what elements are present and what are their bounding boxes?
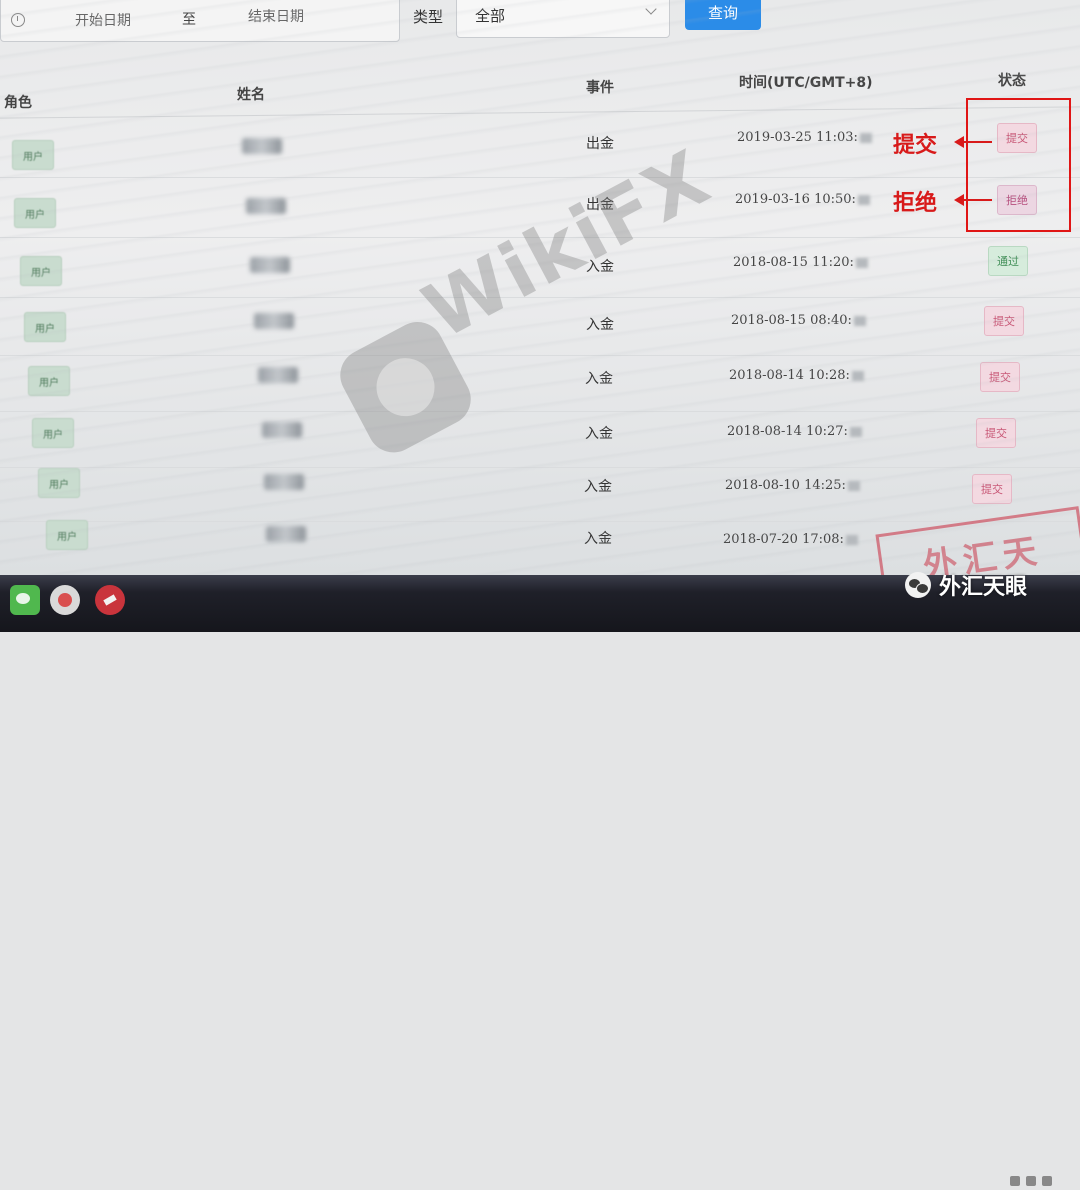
chevron-down-icon — [645, 3, 657, 15]
annotation-arrow-line — [962, 199, 992, 201]
event-cell: 入金 — [585, 371, 613, 387]
name-cell-redacted — [254, 313, 294, 329]
event-cell: 入金 — [585, 426, 613, 442]
app-screen: 开始日期 至 结束日期 类型 全部 查询 角色 姓名 事件 时间(UTC/GMT… — [0, 0, 1080, 575]
role-tag: 用户 — [38, 468, 80, 498]
event-cell: 入金 — [584, 531, 612, 547]
date-end-input[interactable]: 结束日期 — [248, 6, 304, 26]
time-cell: 2018-08-15 11:20: — [733, 255, 868, 270]
date-range-picker[interactable]: 开始日期 至 结束日期 — [0, 0, 400, 42]
table-row[interactable]: 用户 入金 2018-08-15 11:20: 通过 — [0, 238, 1080, 298]
time-cell: 2019-03-16 10:50: — [735, 192, 870, 207]
time-cell: 2018-07-20 17:08: — [723, 532, 858, 547]
clock-icon — [11, 13, 25, 27]
date-range-separator: 至 — [182, 12, 196, 28]
event-cell: 入金 — [586, 317, 614, 333]
annotation-arrow-icon — [954, 136, 964, 148]
name-cell-redacted — [242, 138, 282, 154]
annotation-arrow-icon — [954, 194, 964, 206]
app-icon[interactable] — [95, 585, 125, 615]
annotation-submit-label: 提交 — [893, 133, 938, 158]
role-tag: 用户 — [12, 140, 54, 170]
table-row[interactable]: 用户 入金 2018-08-14 10:27: 提交 — [0, 408, 1080, 468]
role-tag: 用户 — [14, 198, 56, 228]
date-start-input[interactable]: 开始日期 — [75, 10, 131, 30]
status-tag-submit: 提交 — [980, 362, 1020, 392]
status-tag-submit: 提交 — [972, 474, 1012, 504]
role-tag: 用户 — [46, 520, 88, 550]
time-cell: 2018-08-10 14:25: — [725, 478, 860, 493]
brand-badge: 外汇天眼 — [905, 570, 1027, 600]
table-row[interactable]: 用户 入金 2018-08-15 08:40: 提交 — [0, 296, 1080, 356]
type-select[interactable]: 全部 — [456, 0, 670, 38]
column-header-role[interactable]: 角色 — [4, 92, 32, 112]
type-select-value: 全部 — [475, 7, 506, 25]
time-cell: 2018-08-14 10:27: — [727, 424, 862, 439]
name-cell-redacted — [258, 367, 298, 383]
role-tag: 用户 — [32, 418, 74, 448]
name-cell-redacted — [266, 526, 306, 542]
event-cell: 入金 — [586, 259, 614, 275]
role-tag: 用户 — [28, 366, 70, 396]
column-header-event[interactable]: 事件 — [586, 77, 614, 97]
role-tag: 用户 — [24, 312, 66, 342]
system-tray[interactable] — [1010, 1171, 1070, 1186]
name-cell-redacted — [262, 422, 302, 438]
type-label: 类型 — [413, 8, 444, 26]
time-cell: 2019-03-25 11:03: — [737, 130, 872, 145]
name-cell-redacted — [264, 474, 304, 490]
event-cell: 出金 — [586, 197, 614, 213]
annotation-arrow-line — [962, 141, 992, 143]
time-cell: 2018-08-15 08:40: — [731, 313, 866, 328]
name-cell-redacted — [250, 257, 290, 273]
status-tag-submit: 提交 — [976, 418, 1016, 448]
table-row[interactable]: 用户 入金 2018-08-10 14:25: 提交 — [0, 462, 1080, 522]
query-button[interactable]: 查询 — [685, 0, 761, 30]
event-cell: 入金 — [584, 479, 612, 495]
annotation-reject-label: 拒绝 — [893, 191, 938, 216]
column-header-status[interactable]: 状态 — [998, 70, 1026, 90]
column-header-name[interactable]: 姓名 — [237, 84, 265, 104]
status-tag-pass: 通过 — [988, 246, 1028, 276]
brand-text: 外汇天眼 — [939, 575, 1028, 600]
name-cell-redacted — [246, 198, 286, 214]
wechat-brand-icon — [905, 572, 931, 598]
app-icon[interactable] — [50, 585, 80, 615]
time-cell: 2018-08-14 10:28: — [729, 368, 864, 383]
column-header-time[interactable]: 时间(UTC/GMT+8) — [739, 72, 873, 92]
annotation-highlight-box — [966, 98, 1071, 232]
event-cell: 出金 — [586, 136, 614, 152]
wechat-app-icon[interactable] — [10, 585, 40, 615]
status-tag-submit: 提交 — [984, 306, 1024, 336]
header-divider — [0, 106, 1080, 119]
table-row[interactable]: 用户 入金 2018-08-14 10:28: 提交 — [0, 352, 1080, 412]
role-tag: 用户 — [20, 256, 62, 286]
